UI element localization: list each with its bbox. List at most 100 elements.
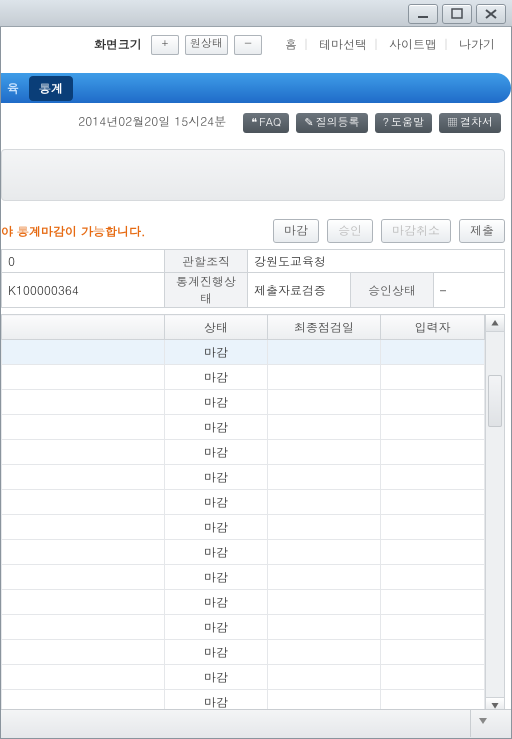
pencil-icon: ✎ bbox=[304, 115, 313, 130]
table-row[interactable]: 마감 bbox=[2, 490, 485, 515]
doc-icon: ▦ bbox=[447, 115, 458, 130]
approve-button[interactable]: 승인 bbox=[327, 219, 373, 243]
table-cell bbox=[381, 415, 485, 440]
table-row[interactable]: 마감 bbox=[2, 440, 485, 465]
table-cell bbox=[268, 340, 381, 365]
table-row[interactable]: 마감 bbox=[2, 640, 485, 665]
table-cell bbox=[268, 565, 381, 590]
table-cell bbox=[2, 615, 165, 640]
table-cell bbox=[268, 640, 381, 665]
approval-doc-button[interactable]: ▦결차서 bbox=[439, 113, 501, 133]
table-row[interactable]: 마감 bbox=[2, 415, 485, 440]
info-table: 0 관할조직 강원도교육청 K100000364 통계진행상태 제출자료검증 승… bbox=[1, 249, 505, 308]
table-cell bbox=[2, 390, 165, 415]
nav-item-prev[interactable]: 육 bbox=[7, 80, 19, 97]
maximize-button[interactable] bbox=[442, 4, 472, 24]
data-grid-wrap: 상태 최종점검일 입력자 마감마감마감마감마감마감마감마감마감마감마감마감마감마… bbox=[1, 314, 505, 715]
status-bar bbox=[1, 709, 511, 738]
table-cell bbox=[381, 515, 485, 540]
table-cell bbox=[268, 540, 381, 565]
table-cell: 마감 bbox=[165, 590, 268, 615]
zoom-reset-button[interactable]: 원상태 bbox=[185, 35, 228, 55]
table-cell bbox=[2, 490, 165, 515]
table-cell bbox=[268, 415, 381, 440]
info-header-approval: 승인상태 bbox=[351, 273, 434, 308]
col-header-inputter[interactable]: 입력자 bbox=[381, 315, 485, 340]
minimize-button[interactable] bbox=[408, 4, 438, 24]
table-cell bbox=[2, 540, 165, 565]
table-row[interactable]: 마감 bbox=[2, 615, 485, 640]
table-cell bbox=[268, 665, 381, 690]
info-header-org: 관할조직 bbox=[165, 250, 248, 273]
zoom-in-button[interactable]: + bbox=[151, 35, 179, 55]
table-cell: 마감 bbox=[165, 365, 268, 390]
col-header-blank[interactable] bbox=[2, 315, 165, 340]
faq-button[interactable]: ❝FAQ bbox=[243, 113, 289, 133]
table-row[interactable]: 마감 bbox=[2, 365, 485, 390]
data-grid: 상태 최종점검일 입력자 마감마감마감마감마감마감마감마감마감마감마감마감마감마… bbox=[1, 314, 485, 715]
screen-size-label: 화면크기 bbox=[94, 36, 142, 53]
scroll-up-arrow[interactable]: ▲ bbox=[486, 315, 504, 332]
table-cell: 마감 bbox=[165, 440, 268, 465]
table-cell bbox=[2, 440, 165, 465]
filter-panel bbox=[1, 149, 505, 201]
qna-button[interactable]: ✎질의등록 bbox=[296, 113, 367, 133]
cancel-close-button[interactable]: 마감취소 bbox=[381, 219, 451, 243]
help-button[interactable]: ?도움말 bbox=[375, 113, 432, 133]
scroll-thumb[interactable] bbox=[488, 375, 502, 427]
table-cell bbox=[381, 440, 485, 465]
table-row[interactable]: 마감 bbox=[2, 515, 485, 540]
table-cell bbox=[381, 540, 485, 565]
table-cell bbox=[2, 640, 165, 665]
table-cell bbox=[2, 465, 165, 490]
nav-logout[interactable]: 나가기 bbox=[459, 36, 495, 53]
table-cell: 마감 bbox=[165, 640, 268, 665]
table-cell: 마감 bbox=[165, 665, 268, 690]
table-row[interactable]: 마감 bbox=[2, 390, 485, 415]
date-bar: 2014년02월20일 15시24분 ❝FAQ ✎질의등록 ?도움말 ▦결차서 bbox=[1, 103, 511, 139]
info-value-progress: 제출자료검증 bbox=[248, 273, 351, 308]
col-header-status[interactable]: 상태 bbox=[165, 315, 268, 340]
close-button[interactable] bbox=[476, 4, 506, 24]
top-toolbar: 화면크기 + 원상태 − 홈| 테마선택| 사이트맵| 나가기 bbox=[1, 27, 511, 69]
vertical-scrollbar[interactable]: ▲ ▼ bbox=[485, 314, 505, 715]
table-cell bbox=[381, 565, 485, 590]
nav-theme[interactable]: 테마선택 bbox=[319, 36, 367, 53]
submit-button[interactable]: 제출 bbox=[459, 219, 505, 243]
status-message: 야 통계마감이 가능합니다. bbox=[1, 223, 146, 240]
table-cell bbox=[268, 365, 381, 390]
info-value-org: 강원도교육청 bbox=[248, 250, 505, 273]
table-cell bbox=[268, 490, 381, 515]
current-datetime: 2014년02월20일 15시24분 bbox=[78, 113, 226, 130]
table-row[interactable]: 마감 bbox=[2, 665, 485, 690]
table-cell bbox=[268, 615, 381, 640]
col-header-lastcheck[interactable]: 최종점검일 bbox=[268, 315, 381, 340]
table-row[interactable]: 마감 bbox=[2, 540, 485, 565]
statusbar-dropdown-icon[interactable] bbox=[479, 718, 487, 724]
table-row[interactable]: 마감 bbox=[2, 565, 485, 590]
table-cell: 마감 bbox=[165, 415, 268, 440]
zoom-out-button[interactable]: − bbox=[234, 35, 262, 55]
table-cell bbox=[268, 465, 381, 490]
table-row[interactable]: 마감 bbox=[2, 340, 485, 365]
nav-tab-stats[interactable]: 통계 bbox=[29, 76, 73, 101]
window-titlebar bbox=[0, 0, 512, 27]
table-cell bbox=[2, 590, 165, 615]
table-cell bbox=[381, 640, 485, 665]
nav-home[interactable]: 홈 bbox=[285, 36, 297, 53]
table-row[interactable]: 마감 bbox=[2, 465, 485, 490]
table-cell bbox=[381, 590, 485, 615]
table-cell: 마감 bbox=[165, 465, 268, 490]
table-cell: 마감 bbox=[165, 490, 268, 515]
table-row[interactable]: 마감 bbox=[2, 590, 485, 615]
table-cell: 마감 bbox=[165, 540, 268, 565]
table-cell bbox=[381, 615, 485, 640]
close-stats-button[interactable]: 마감 bbox=[273, 219, 319, 243]
nav-sitemap[interactable]: 사이트맵 bbox=[389, 36, 437, 53]
info-value-1: 0 bbox=[2, 250, 165, 273]
info-value-approval: – bbox=[434, 273, 505, 308]
table-cell bbox=[381, 390, 485, 415]
table-cell: 마감 bbox=[165, 340, 268, 365]
table-cell bbox=[2, 365, 165, 390]
question-icon: ? bbox=[383, 115, 389, 130]
